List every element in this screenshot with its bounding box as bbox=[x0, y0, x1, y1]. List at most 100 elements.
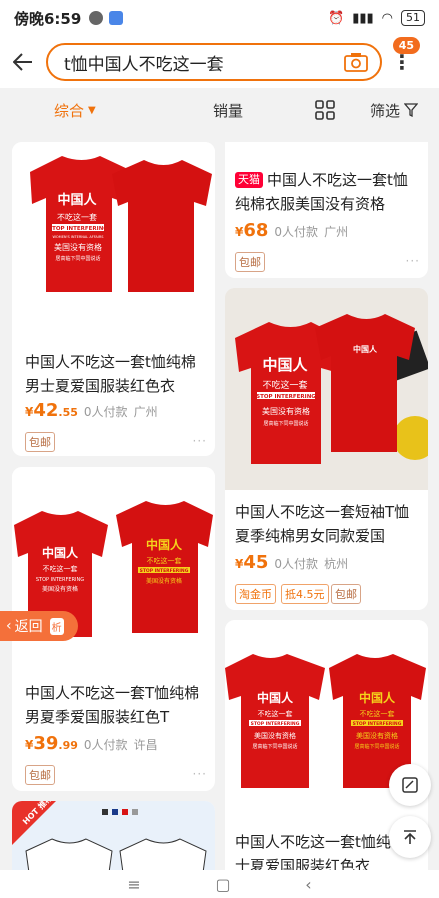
product-image: HOT 推荐 bbox=[12, 801, 215, 880]
filter-shaixuan[interactable]: 筛选 bbox=[370, 100, 419, 121]
search-query: t恤中国人不吃这一套 bbox=[64, 54, 224, 75]
home-icon[interactable]: ▢ bbox=[215, 875, 230, 894]
price-row: ¥39.99 0人付款 许昌 bbox=[25, 733, 158, 754]
back-nav-icon[interactable]: ‹ bbox=[305, 875, 311, 894]
more-badge: 45 bbox=[392, 37, 420, 54]
price-row: ¥42.55 0人付款 广州 bbox=[25, 400, 158, 421]
edit-note-icon bbox=[402, 777, 418, 793]
product-price: ¥68 bbox=[235, 220, 269, 241]
shirt-text: WOMEN'S INTERNAL AFFAIRS bbox=[52, 235, 104, 239]
sold-count: 0人付款 bbox=[274, 557, 319, 571]
status-bar: 傍晚6:59 ⏰ ▮▮▮ ◠ 51 bbox=[0, 0, 439, 36]
more-dots-icon[interactable]: ··· bbox=[193, 767, 207, 781]
tag-free-shipping: 包邮 bbox=[331, 584, 361, 604]
tag-free-shipping: 包邮 bbox=[235, 252, 265, 272]
chat-icon bbox=[89, 11, 104, 25]
battery-icon: 51 bbox=[401, 10, 425, 26]
shirt-text: STOP INTERFERING bbox=[36, 577, 84, 583]
product-image: 中国人 不吃这一套 STOP INTERFERING WOMEN'S INTER… bbox=[12, 142, 215, 334]
return-label: 返回 bbox=[14, 619, 43, 635]
sold-count: 0人付款 bbox=[83, 405, 128, 419]
location: 广州 bbox=[133, 405, 158, 419]
shirt-text: 中国人 bbox=[353, 344, 378, 354]
return-button[interactable]: ‹ 返回 析 bbox=[0, 611, 78, 641]
shirt-text: 中国人 bbox=[257, 690, 294, 705]
tag-free-shipping: 包邮 bbox=[25, 765, 55, 785]
menu-icon[interactable]: ≡ bbox=[127, 875, 140, 894]
edit-note-button[interactable] bbox=[389, 764, 431, 806]
shirt-text: 居高临下同中国说话 bbox=[354, 743, 399, 750]
price-row: ¥68 0人付款 广州 bbox=[235, 220, 348, 241]
back-to-top-button[interactable] bbox=[389, 816, 431, 858]
search-header: t恤中国人不吃这一套 ⋮ 45 bbox=[0, 36, 439, 88]
layout-toggle-button[interactable] bbox=[315, 100, 335, 120]
filter-bar: 综合 ▼ 销量 筛选 bbox=[0, 88, 439, 132]
price-row: ¥45 0人付款 杭州 bbox=[235, 552, 348, 573]
filter-shaixuan-label: 筛选 bbox=[370, 101, 401, 120]
location: 许昌 bbox=[133, 738, 158, 752]
chevron-left-icon: ‹ bbox=[6, 618, 12, 634]
location: 广州 bbox=[324, 225, 349, 239]
tag-free-shipping: 包邮 bbox=[25, 432, 55, 452]
back-button[interactable] bbox=[0, 39, 46, 85]
shirt-text: 居高临下同中国说话 bbox=[55, 255, 100, 262]
grid-icon bbox=[315, 100, 335, 120]
product-title: 天猫 中国人不吃这一套t恤纯棉衣服美国没有资格 bbox=[235, 171, 408, 213]
system-nav-bar: ≡ ▢ ‹ bbox=[0, 870, 439, 898]
shirt-text: 居高临下同中国说话 bbox=[263, 420, 308, 427]
more-dots-icon[interactable]: ··· bbox=[406, 254, 420, 268]
tag-taojinbi: 淘金币 bbox=[235, 584, 276, 604]
location: 杭州 bbox=[324, 557, 349, 571]
product-card[interactable]: 中国人 不吃这一套 STOP INTERFERING WOMEN'S INTER… bbox=[12, 142, 215, 456]
shirt-text: 中国人 bbox=[359, 690, 396, 705]
funnel-icon bbox=[404, 103, 419, 117]
product-title: 中国人不吃这一套t恤纯棉男士夏爱国服装红色衣 bbox=[25, 353, 196, 395]
arrow-up-icon bbox=[404, 830, 416, 844]
tag-discount: 抵4.5元 bbox=[281, 584, 329, 604]
caret-down-icon: ▼ bbox=[88, 104, 96, 116]
search-input[interactable]: t恤中国人不吃这一套 bbox=[46, 43, 382, 81]
camera-icon bbox=[344, 53, 368, 72]
shirt-text: 不吃这一套 bbox=[360, 709, 395, 718]
sold-count: 0人付款 bbox=[83, 738, 128, 752]
shirt-text: 居高临下同中国说话 bbox=[252, 743, 297, 750]
shirt-text: 不吃这一套 bbox=[147, 556, 182, 565]
more-dots-icon[interactable]: ··· bbox=[193, 434, 207, 448]
app-icon bbox=[109, 11, 124, 25]
product-card[interactable]: 天猫 中国人不吃这一套t恤纯棉衣服美国没有资格 ¥68 0人付款 广州 包邮 ··… bbox=[225, 142, 428, 278]
shirt-text: 中国人 bbox=[146, 537, 183, 552]
product-card[interactable]: HOT 推荐 bbox=[12, 801, 215, 880]
shirt-text: STOP INTERFERING bbox=[353, 721, 402, 727]
shirt-text: 不吃这一套 bbox=[258, 709, 293, 718]
camera-search-button[interactable] bbox=[340, 49, 372, 75]
product-image: 中国人 不吃这一套 STOP INTERFERING 美国没有资格 居高临下同中… bbox=[225, 288, 428, 490]
product-card[interactable]: 中国人 不吃这一套 STOP INTERFERING 美国没有资格 居高临下同中… bbox=[225, 288, 428, 610]
product-price: ¥45 bbox=[235, 552, 269, 573]
signal-icon: ▮▮▮ bbox=[352, 10, 374, 26]
shirt-text: STOP INTERFERING bbox=[251, 721, 300, 727]
filter-xiaoliang[interactable]: 销量 bbox=[213, 100, 243, 121]
shirt-text: 中国人 bbox=[42, 545, 79, 560]
shirt-text: 美国没有资格 bbox=[262, 406, 310, 416]
filter-zonghe[interactable]: 综合 ▼ bbox=[54, 100, 96, 121]
shirt-text: 中国人 bbox=[57, 192, 97, 208]
shirt-text: 美国没有资格 bbox=[356, 731, 398, 740]
wifi-icon: ◠ bbox=[381, 10, 393, 26]
shirt-text: 中国人 bbox=[262, 356, 308, 374]
shirt-text: 不吃这一套 bbox=[43, 564, 78, 573]
shirt-text: 不吃这一套 bbox=[57, 212, 97, 222]
product-title: 中国人不吃这一套短袖T恤夏季纯棉男女同款爱国 bbox=[235, 503, 410, 545]
shirt-text: 美国没有资格 bbox=[146, 577, 182, 585]
shirt-text: 美国没有资格 bbox=[42, 585, 78, 593]
app-badge-icon: 析 bbox=[49, 617, 64, 635]
filter-zonghe-label: 综合 bbox=[54, 101, 85, 120]
product-title: 中国人不吃这一套T恤纯棉男夏季爱国服装红色T bbox=[25, 684, 200, 726]
filter-xiaoliang-label: 销量 bbox=[213, 101, 244, 120]
shirt-text: STOP INTERFERING bbox=[140, 568, 189, 574]
shirt-text: 美国没有资格 bbox=[54, 242, 102, 252]
shirt-text: STOP INTERFERING bbox=[48, 226, 108, 232]
sold-count: 0人付款 bbox=[274, 225, 319, 239]
more-button[interactable]: ⋮ 45 bbox=[382, 37, 422, 85]
tmall-badge: 天猫 bbox=[235, 172, 263, 188]
arrow-left-icon bbox=[13, 53, 32, 71]
